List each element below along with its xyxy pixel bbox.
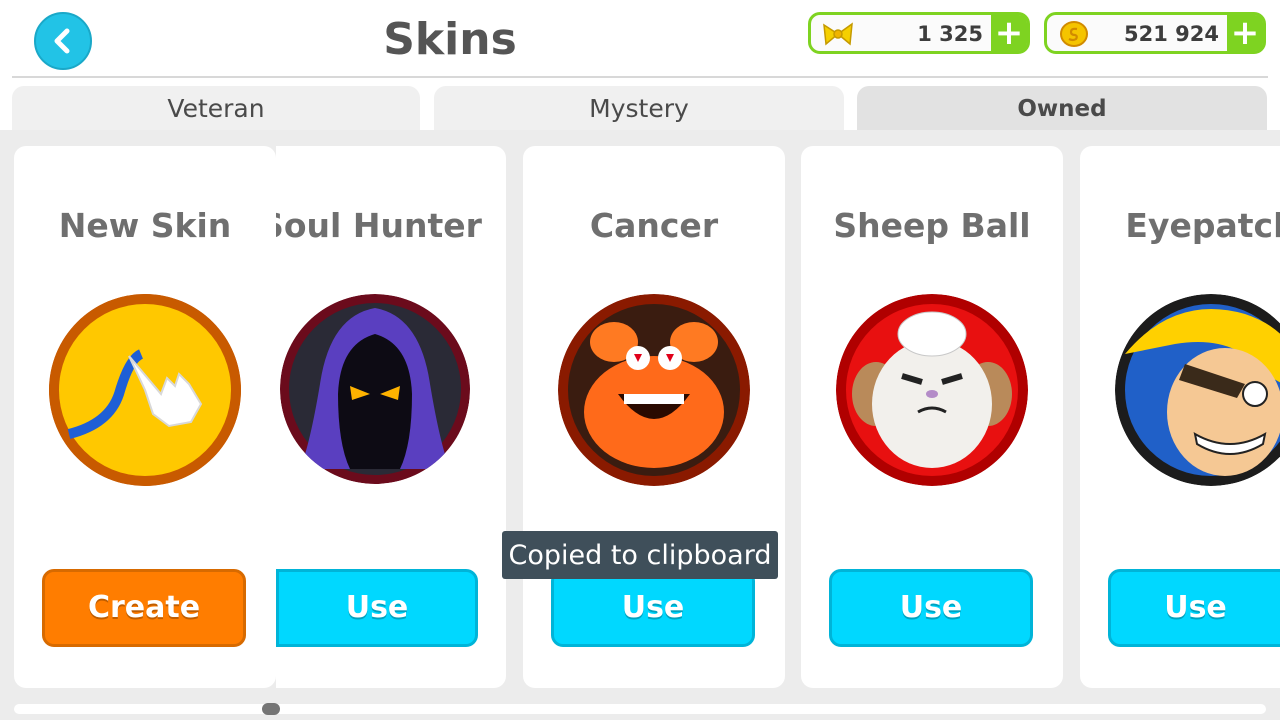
- coin-count: 521 924: [1124, 22, 1219, 46]
- ribbon-count: 1 325: [917, 22, 983, 46]
- horizontal-scrollbar-track[interactable]: [14, 704, 1266, 714]
- skin-card-sheep-ball: Sheep Ball Use: [801, 146, 1063, 688]
- add-ribbon-button[interactable]: +: [991, 15, 1027, 51]
- skin-card-soul-hunter: Soul Hunter Use: [276, 146, 506, 688]
- header-divider: [12, 76, 1268, 78]
- gold-coin-icon: [1060, 21, 1088, 47]
- skin-name: Soul Hunter: [276, 206, 482, 245]
- clipboard-toast: Copied to clipboard: [502, 531, 778, 579]
- pirate-face-icon[interactable]: [1115, 294, 1280, 486]
- tab-mystery[interactable]: Mystery: [434, 86, 844, 132]
- skin-name: Eyepatch: [1125, 206, 1280, 245]
- ribbon-currency: 1 325 +: [808, 12, 1030, 54]
- skins-list[interactable]: New Skin Create Soul Hunter Use Cancer U…: [0, 130, 1280, 720]
- bow-ribbon-icon: [823, 22, 853, 46]
- crab-icon[interactable]: [558, 294, 750, 486]
- tab-owned[interactable]: Owned: [857, 86, 1267, 132]
- skin-card-cancer: Cancer Use: [523, 146, 785, 688]
- skin-name: New Skin: [58, 206, 232, 245]
- back-button[interactable]: [34, 12, 92, 70]
- use-button[interactable]: Use: [829, 569, 1033, 647]
- scrollbar-thumb[interactable]: [262, 703, 280, 715]
- add-coins-button[interactable]: +: [1227, 15, 1263, 51]
- chevron-left-icon: [54, 28, 70, 54]
- use-button[interactable]: Use: [551, 569, 755, 647]
- skin-name: Cancer: [589, 206, 719, 245]
- skin-name: Sheep Ball: [833, 206, 1031, 245]
- hooded-reaper-icon[interactable]: [280, 294, 470, 484]
- sheep-face-icon[interactable]: [836, 294, 1028, 486]
- skin-card-new-skin: New Skin Create: [14, 146, 276, 688]
- create-button[interactable]: Create: [42, 569, 246, 647]
- tab-veteran[interactable]: Veteran: [12, 86, 420, 132]
- page-title: Skins: [383, 14, 517, 65]
- use-button[interactable]: Use: [276, 569, 478, 647]
- use-button[interactable]: Use: [1108, 569, 1280, 647]
- skin-card-eyepatch: Eyepatch Use: [1080, 146, 1280, 688]
- draw-hand-icon[interactable]: [49, 294, 241, 486]
- coin-currency: 521 924 +: [1044, 12, 1266, 54]
